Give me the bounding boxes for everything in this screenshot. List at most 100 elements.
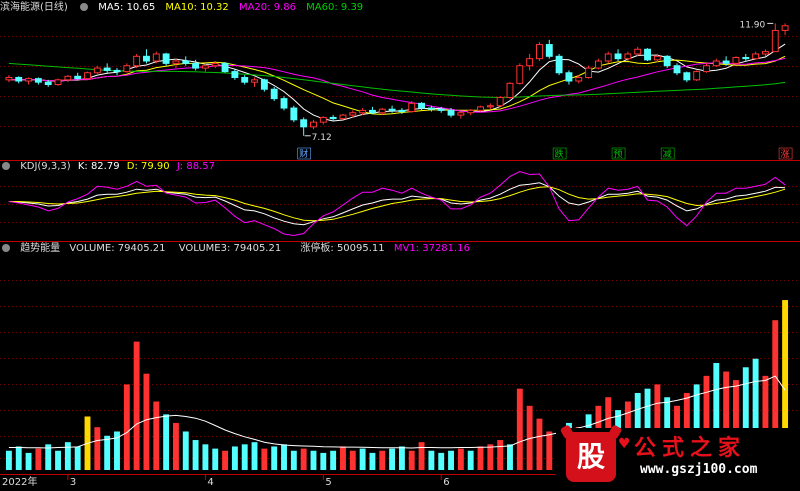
candle-body (349, 112, 357, 116)
settings-dot-icon[interactable] (80, 3, 88, 11)
volume-panel-header: 趋势能量 VOLUME: 79405.21 VOLUME3: 79405.21 … (0, 242, 477, 256)
volume-bar (74, 446, 81, 470)
candle-body (683, 72, 691, 81)
candle-body (437, 108, 445, 111)
kdj-name-label[interactable]: KDJ(9,3,3) (20, 161, 70, 172)
candle-body (133, 55, 141, 67)
candle-body (516, 65, 524, 84)
candle-body (74, 75, 82, 80)
volume-bar (546, 431, 553, 470)
x-tick-label-2: 4 (207, 477, 213, 487)
candle-body (172, 60, 180, 64)
candle-body (15, 76, 23, 82)
candle-body (427, 107, 435, 110)
volume-bar (330, 450, 337, 470)
candle-body (329, 116, 337, 120)
ma60-label: MA60: 9.39 (306, 2, 364, 13)
watermark-badge-icon: 股 (566, 432, 616, 482)
stock-name-label[interactable]: 滨海能源(日线) (0, 2, 68, 13)
watermark-logo: 股 ♥ 公式之家 www.gszj100.com (556, 428, 800, 487)
candle-body (44, 81, 52, 86)
volume-bar (55, 450, 61, 470)
candle-body (398, 109, 406, 113)
candle-body (545, 44, 553, 57)
candle-body (152, 53, 160, 62)
candle-body (84, 72, 91, 80)
candle-body (506, 82, 514, 98)
volume-bar (389, 448, 396, 470)
volume-bar (448, 450, 454, 470)
candle-body (93, 67, 101, 74)
volume-bar (418, 442, 425, 470)
volume-bar (143, 373, 150, 470)
volume-bar (172, 422, 179, 470)
candle-body (693, 71, 701, 81)
candle-body (123, 65, 131, 73)
watermark-url: www.gszj100.com (640, 462, 758, 477)
volume-bar (241, 444, 248, 470)
volume-bar (536, 418, 543, 470)
candle-body (752, 53, 760, 60)
candle-body (673, 65, 681, 74)
candle-body (526, 58, 534, 67)
volume-bar (271, 446, 278, 470)
price-high-label: 11.90 (739, 20, 765, 30)
candle-body (221, 62, 229, 73)
main-panel-header: 滨海能源(日线) MA5: 10.65 MA10: 10.32 MA20: 9.… (0, 1, 370, 15)
zt-value-label: 涨停板: 50095.11 (300, 243, 385, 254)
event-marker-4: 预 (614, 149, 623, 160)
volume-bar (477, 446, 484, 470)
candle-body (319, 116, 327, 123)
candle-body (25, 78, 33, 82)
price-low-label: 7.12 (312, 133, 332, 143)
candle-body (103, 67, 111, 71)
volume-settings-dot-icon[interactable] (2, 244, 10, 252)
volume-bar (310, 450, 317, 470)
candle-body (604, 53, 612, 62)
candle-body (260, 79, 268, 90)
candle-body (565, 72, 573, 82)
chart-stage[interactable]: 11.90 7.12 财 跌 预 减 涨 2022年 3 4 5 6 滨海能源(日线) MA5: 10… (0, 0, 800, 488)
candle-body (644, 48, 651, 61)
candle-body (712, 60, 720, 67)
candle-body (241, 76, 249, 83)
candle-body (722, 60, 730, 64)
candle-body (781, 25, 789, 31)
volume-bar (133, 341, 140, 470)
volume-bar (467, 450, 474, 470)
candle-body (300, 119, 308, 128)
volume-bar (212, 448, 219, 470)
ma20-label: MA20: 9.86 (238, 2, 296, 13)
volume-bar (35, 448, 42, 470)
candle-body (182, 60, 190, 64)
volume-bar (15, 446, 22, 470)
event-marker-5: 减 (663, 148, 672, 160)
volume-name-label[interactable]: 趋势能量 (20, 243, 60, 254)
ma5-line (8, 43, 786, 122)
candle-body (339, 114, 347, 120)
candle-body (310, 121, 317, 128)
candle-body (477, 106, 484, 111)
candle-body (653, 55, 661, 61)
candle-body (575, 76, 583, 82)
candle-body (54, 79, 62, 86)
volume-bar (5, 450, 12, 470)
volume-bar (379, 450, 386, 470)
volume-bar (104, 435, 111, 470)
volume-bar (123, 384, 130, 470)
kdj-j-line (8, 170, 786, 237)
candle-body (5, 76, 13, 81)
volume-bar (290, 450, 297, 470)
kdj-settings-dot-icon[interactable] (2, 162, 10, 170)
candle-body (143, 55, 150, 62)
volume-bar (222, 450, 229, 470)
candle-body (418, 102, 426, 109)
x-tick-label-1: 3 (70, 477, 76, 487)
volume-bar (398, 446, 405, 470)
candle-body (536, 44, 543, 60)
volume-value-label: VOLUME: 79405.21 (69, 243, 166, 254)
volume-bar (192, 440, 199, 470)
volume-bar (487, 444, 494, 470)
kdj-j-label: J: 88.57 (176, 161, 215, 172)
candle-body (113, 69, 121, 73)
